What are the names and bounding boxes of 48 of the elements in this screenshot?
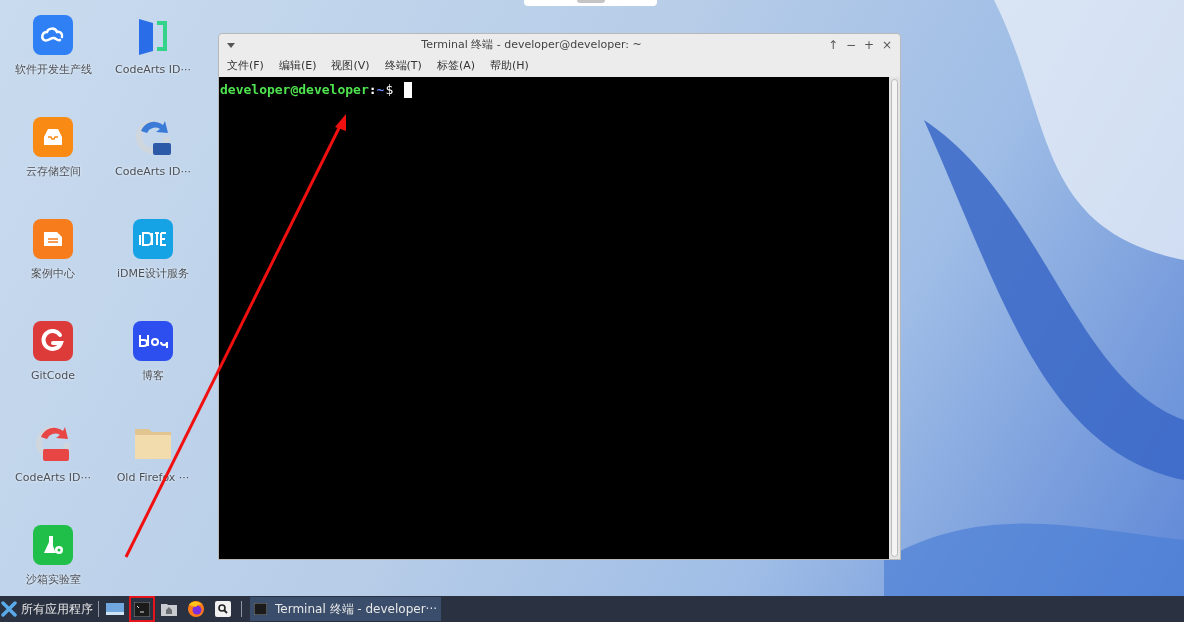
terminal-screen[interactable]: developer@developer:~$	[219, 77, 889, 559]
start-menu-label[interactable]: 所有应用程序	[21, 600, 93, 618]
java-refresh-icon	[33, 423, 73, 463]
menu-item[interactable]: 标签(A)	[431, 58, 480, 75]
desktop-icon-label[interactable]: 案例中心	[31, 266, 75, 283]
search-icon[interactable]	[215, 601, 231, 617]
text-cursor	[404, 81, 413, 98]
desktop-icon-label[interactable]: iDME设计服务	[117, 266, 189, 283]
x-logo-icon[interactable]	[1, 601, 17, 617]
menu-item[interactable]: 编辑(E)	[273, 58, 322, 75]
window-control[interactable]: +	[864, 39, 874, 51]
desktop-icon-label[interactable]: 软件开发生产线	[14, 62, 92, 79]
prompt-separator: :	[368, 81, 377, 99]
blog-app-icon	[133, 321, 173, 361]
g-letter-app-icon	[33, 321, 73, 361]
menu-item[interactable]: 帮助(H)	[485, 58, 534, 75]
cloud-app-icon	[33, 15, 73, 55]
home-folder-icon[interactable]	[161, 602, 177, 616]
scrollbar[interactable]	[889, 77, 900, 559]
desktop-icon-label[interactable]: CodeArts ID···	[115, 164, 191, 181]
desktop-icon-label[interactable]: 云存储空间	[25, 164, 81, 181]
desktop-icon-label[interactable]: CodeArts ID···	[115, 62, 191, 79]
terminal-icon[interactable]	[134, 601, 150, 617]
desktop-icon-label[interactable]: GitCode	[30, 368, 76, 385]
window-control[interactable]: ×	[882, 39, 892, 51]
window-control[interactable]: ↑	[828, 39, 838, 51]
menu-item[interactable]: 文件(F)	[222, 58, 269, 75]
prompt-user: developer@developer	[220, 81, 369, 99]
desktop-icon-label[interactable]: CodeArts ID···	[15, 470, 91, 487]
desktop-icon-label[interactable]: 沙箱实验室	[25, 572, 81, 589]
menu-item[interactable]: 终端(T)	[379, 58, 427, 75]
browser-icon[interactable]	[187, 600, 205, 618]
menu-item[interactable]: 视图(V)	[326, 58, 375, 75]
window-menu-caret-icon[interactable]	[227, 42, 235, 48]
prompt-path: ~	[376, 81, 385, 99]
window-control[interactable]: −	[846, 39, 856, 51]
desktop-icon-label[interactable]: 博客	[142, 368, 164, 385]
document-app-icon	[33, 219, 73, 259]
inbox-app-icon	[33, 117, 73, 157]
taskbar-window-button[interactable]: Terminal 终端 - developer···	[250, 597, 442, 621]
python-refresh-icon	[133, 117, 173, 157]
idme-app-icon	[133, 219, 173, 259]
flask-gear-app-icon	[33, 525, 73, 565]
top-panel-handle[interactable]	[524, 0, 657, 6]
window-title: Terminal 终端 - developer@developer: ~	[420, 36, 643, 53]
highlight-frame	[129, 596, 155, 622]
prompt-symbol: $	[385, 81, 394, 99]
terminal-icon	[254, 603, 267, 615]
